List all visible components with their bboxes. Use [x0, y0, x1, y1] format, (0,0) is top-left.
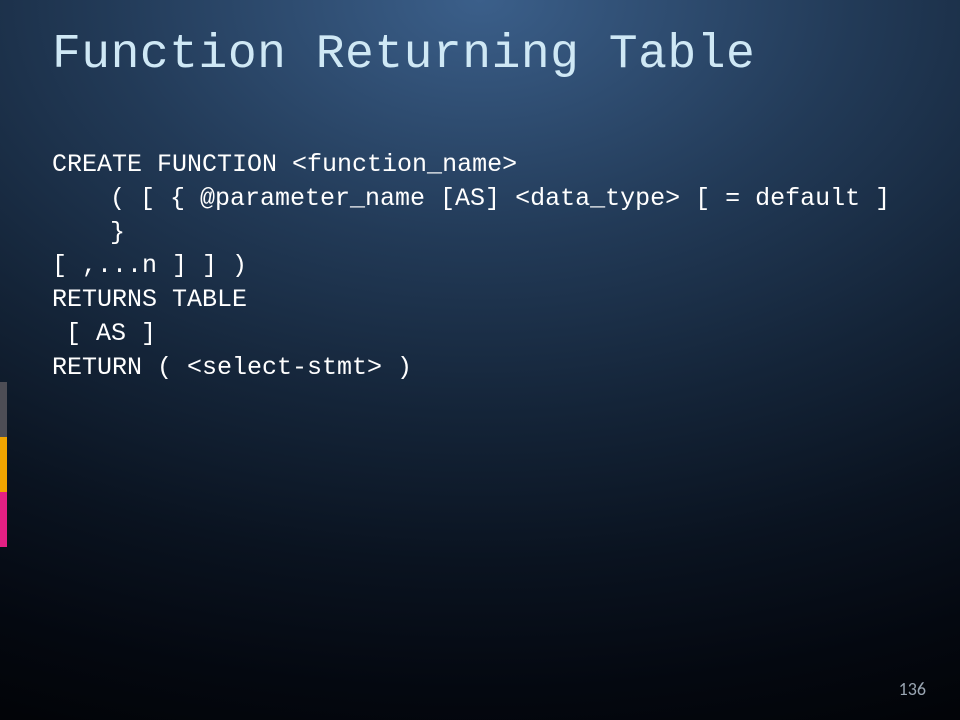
slide-body: CREATE FUNCTION <function_name> ( [ { @p… — [52, 148, 900, 384]
page-number: 136 — [899, 678, 926, 700]
code-line: [ ,...n ] ] ) — [52, 249, 900, 283]
code-line: ( [ { @parameter_name [AS] <data_type> [… — [52, 182, 900, 250]
accent-bar-yellow — [0, 437, 7, 492]
code-line: RETURNS TABLE — [52, 283, 900, 317]
slide-title: Function Returning Table — [52, 28, 755, 82]
accent-bar-pink — [0, 492, 7, 547]
code-line: RETURN ( <select-stmt> ) — [52, 351, 900, 385]
code-line: [ AS ] — [52, 317, 900, 351]
slide: Function Returning Table CREATE FUNCTION… — [0, 0, 960, 720]
accent-bars — [0, 382, 7, 547]
code-line: CREATE FUNCTION <function_name> — [52, 148, 900, 182]
accent-bar-gray — [0, 382, 7, 437]
